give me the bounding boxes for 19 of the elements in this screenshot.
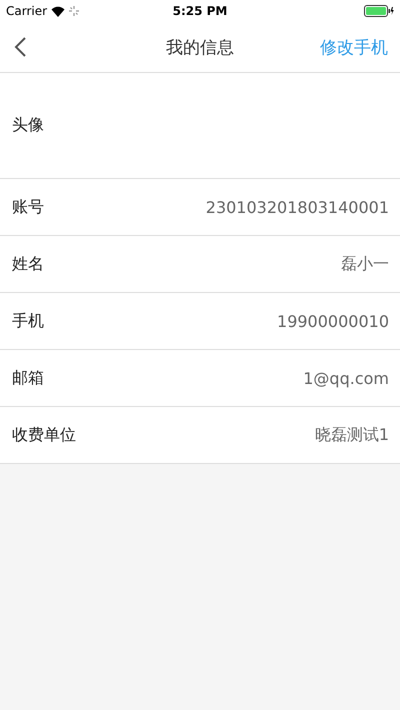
row-value: 磊小一 xyxy=(341,254,389,274)
row-label: 头像 xyxy=(12,115,44,136)
page-title: 我的信息 xyxy=(165,36,235,58)
row-label: 邮箱 xyxy=(12,368,44,388)
row-label: 姓名 xyxy=(12,254,44,274)
row-label: 收费单位 xyxy=(12,424,76,446)
row-label: 账号 xyxy=(12,196,44,218)
row-value: 1@qq.com xyxy=(303,368,389,388)
row-value: 晓磊测试1 xyxy=(314,424,389,446)
row-label: 手机 xyxy=(12,310,44,332)
carrier-label: Carrier xyxy=(6,4,48,18)
row-value: 230103201803140001 xyxy=(206,198,389,216)
status-time: 5:25 PM xyxy=(172,4,228,18)
avatar-row[interactable]: 头像 xyxy=(0,73,400,179)
wifi-icon xyxy=(51,6,66,16)
loading-icon xyxy=(69,6,80,16)
back-icon[interactable] xyxy=(14,37,26,57)
battery-icon xyxy=(364,5,394,17)
row-value: 19900000010 xyxy=(277,312,389,330)
